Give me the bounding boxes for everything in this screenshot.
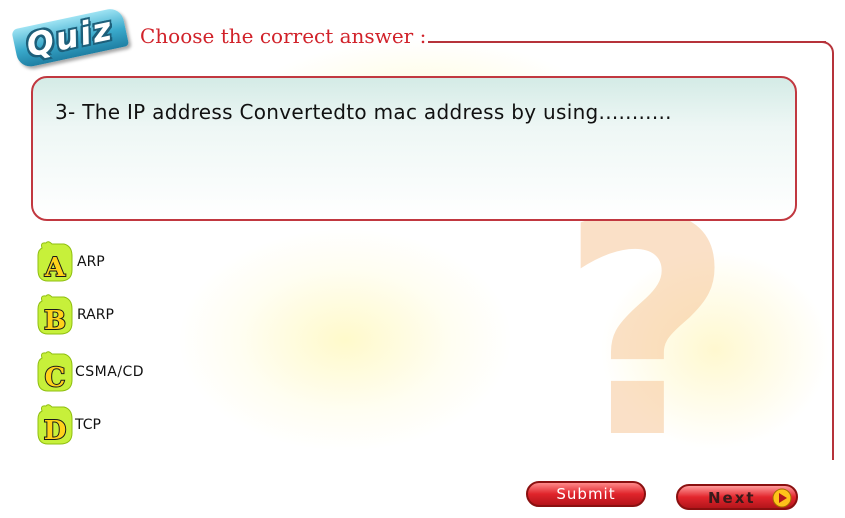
letter-badge-icon: D	[37, 404, 73, 447]
question-mark-decoration: ?	[560, 155, 735, 504]
option-label: CSMA/CD	[75, 364, 145, 380]
letter-badge-icon: C	[37, 351, 73, 394]
option-letter: B	[44, 306, 66, 336]
option-label: ARP	[77, 254, 105, 270]
option-label: RARP	[77, 307, 114, 323]
letter-badge-icon: B	[37, 294, 73, 337]
option-letter: C	[45, 363, 66, 393]
option-d[interactable]: D TCP	[34, 403, 234, 447]
letter-badge-icon: A	[37, 241, 73, 284]
frame-divider	[832, 58, 834, 460]
next-button[interactable]: Next	[676, 484, 798, 510]
option-letter: A	[44, 253, 66, 283]
submit-button-label: Submit	[556, 485, 616, 503]
frame-divider	[428, 41, 826, 43]
play-arrow-icon	[772, 488, 792, 508]
option-label: TCP	[75, 417, 101, 433]
quiz-logo-text: Quiz	[23, 9, 117, 65]
next-button-label: Next	[708, 489, 756, 507]
frame-corner	[814, 41, 834, 61]
quiz-logo: Quiz	[3, 0, 134, 78]
option-c[interactable]: C CSMA/CD	[34, 350, 234, 394]
option-letter: D	[44, 416, 67, 446]
option-a[interactable]: A ARP	[34, 240, 234, 284]
question-text: 3- The IP address Convertedto mac addres…	[55, 100, 672, 124]
question-box: 3- The IP address Convertedto mac addres…	[31, 76, 797, 221]
option-b[interactable]: B RARP	[34, 293, 234, 337]
submit-button[interactable]: Submit	[526, 481, 646, 507]
instruction-heading: Choose the correct answer :	[140, 24, 427, 48]
